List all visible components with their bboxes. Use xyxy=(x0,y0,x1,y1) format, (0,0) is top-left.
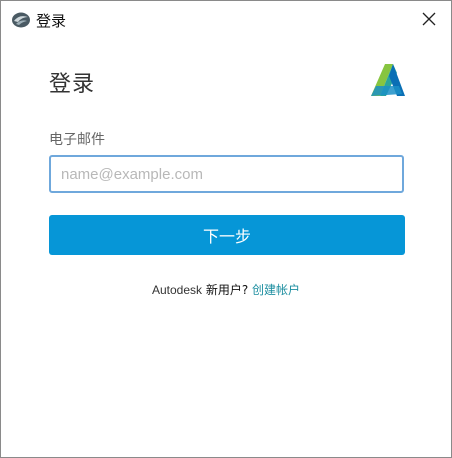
login-dialog: 登录 登录 电子邮件 下一步 Autodesk 新用户? 创建帐户 xyxy=(0,0,452,458)
next-button[interactable]: 下一步 xyxy=(49,215,405,255)
autodesk-logo-icon xyxy=(369,61,407,99)
signup-question: 新用户? xyxy=(205,283,249,297)
title-bar: 登录 xyxy=(1,1,451,37)
email-label: 电子邮件 xyxy=(49,132,105,148)
page-heading: 登录 xyxy=(49,72,96,97)
close-button[interactable] xyxy=(415,5,443,33)
create-account-link[interactable]: 创建帐户 xyxy=(252,283,300,297)
autodesk-swirl-icon xyxy=(11,11,31,29)
close-icon xyxy=(422,12,436,26)
window-title: 登录 xyxy=(36,12,67,30)
email-field[interactable] xyxy=(49,155,404,193)
signup-row: Autodesk 新用户? 创建帐户 xyxy=(1,281,451,298)
signup-brand: Autodesk xyxy=(151,283,202,297)
